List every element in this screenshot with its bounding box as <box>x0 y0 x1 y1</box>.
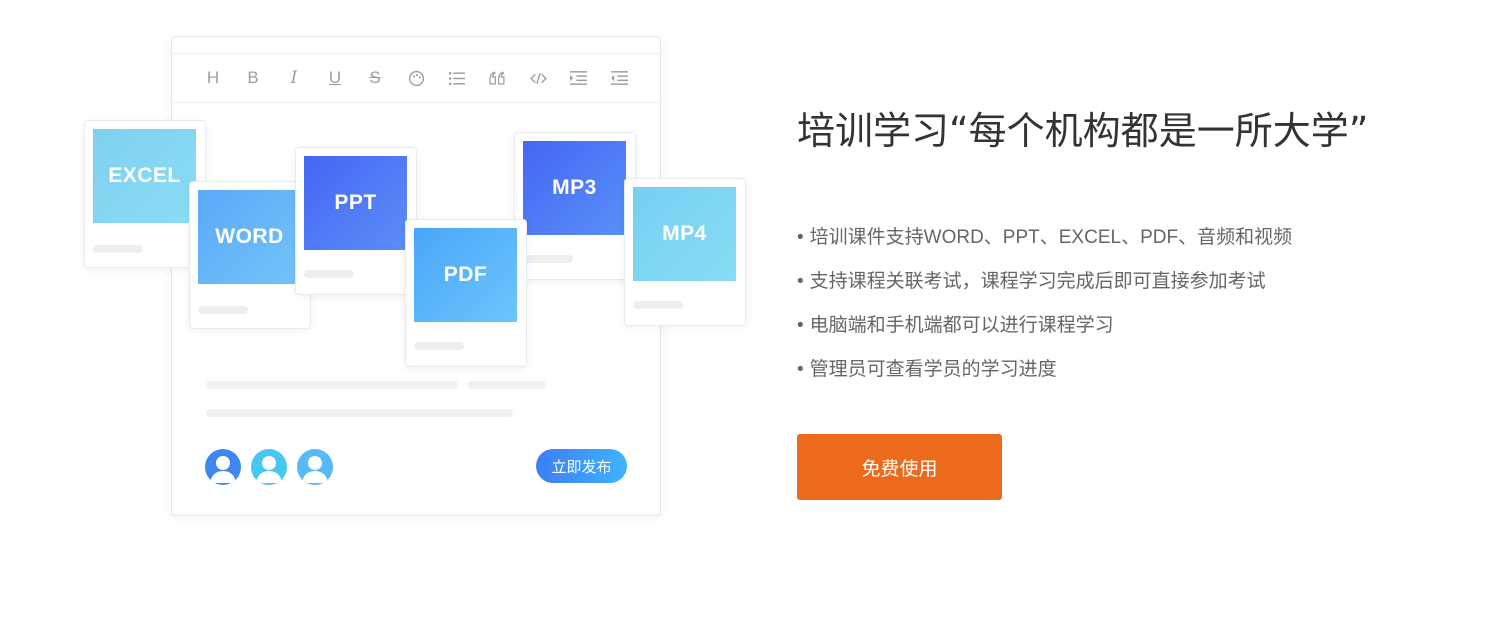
bold-glyph: B <box>247 68 259 87</box>
free-trial-button[interactable]: 免费使用 <box>797 434 1002 500</box>
file-card-ppt: PPT <box>295 147 417 295</box>
underline-glyph: U <box>328 68 342 87</box>
bullet: • <box>797 227 804 248</box>
caption-placeholder <box>633 301 683 309</box>
bullet: • <box>797 359 804 380</box>
feature-item: • 培训课件支持WORD、PPT、EXCEL、PDF、音频和视频 <box>797 224 1292 268</box>
caption-placeholder <box>523 255 573 263</box>
palette-icon[interactable] <box>401 54 431 102</box>
file-card-excel: EXCEL <box>84 120 206 268</box>
file-thumb: WORD <box>198 190 301 284</box>
feature-item: • 管理员可查看学员的学习进度 <box>797 356 1292 400</box>
file-thumb: PDF <box>414 228 517 322</box>
outdent-icon[interactable] <box>604 54 634 102</box>
feature-item: • 支持课程关联考试，课程学习完成后即可直接参加考试 <box>797 268 1292 312</box>
file-card-pdf: PDF <box>405 219 527 367</box>
underline-icon[interactable]: U <box>320 54 350 102</box>
feature-item: • 电脑端和手机端都可以进行课程学习 <box>797 312 1292 356</box>
quote-icon[interactable] <box>482 54 512 102</box>
code-icon[interactable] <box>523 54 553 102</box>
file-thumb: MP3 <box>523 141 626 235</box>
publish-button[interactable]: 立即发布 <box>536 449 627 483</box>
list-icon[interactable] <box>441 54 471 102</box>
heading-glyph: H <box>206 68 220 87</box>
text-placeholder-line <box>206 409 513 417</box>
file-thumb: EXCEL <box>93 129 196 223</box>
feature-text: 管理员可查看学员的学习进度 <box>809 359 1057 380</box>
caption-placeholder <box>93 245 143 253</box>
strike-glyph: S <box>369 68 381 87</box>
file-thumb: MP4 <box>633 187 736 281</box>
italic-icon[interactable]: I <box>279 54 309 102</box>
editor-toolbar: H B I U S <box>172 53 660 103</box>
heading-icon[interactable]: H <box>198 54 228 102</box>
feature-text: 支持课程关联考试，课程学习完成后即可直接参加考试 <box>809 271 1266 292</box>
feature-list: • 培训课件支持WORD、PPT、EXCEL、PDF、音频和视频 • 支持课程关联考… <box>797 224 1292 400</box>
avatar <box>297 449 333 485</box>
file-thumb: PPT <box>304 156 407 250</box>
caption-placeholder <box>414 342 464 350</box>
avatar <box>205 449 241 485</box>
avatar <box>251 449 287 485</box>
text-placeholder-line <box>206 381 458 389</box>
caption-placeholder <box>198 306 248 314</box>
section-headline: 培训学习“每个机构都是一所大学” <box>797 109 1369 153</box>
text-placeholder-line <box>467 381 546 389</box>
strikethrough-icon[interactable]: S <box>360 54 390 102</box>
bullet: • <box>797 271 804 292</box>
file-card-mp3: MP3 <box>514 132 636 280</box>
bullet: • <box>797 315 804 336</box>
file-card-mp4: MP4 <box>624 178 746 326</box>
feature-text: 电脑端和手机端都可以进行课程学习 <box>809 315 1114 336</box>
feature-text: 培训课件支持WORD、PPT、EXCEL、PDF、音频和视频 <box>809 227 1293 248</box>
file-card-word: WORD <box>189 181 311 329</box>
indent-icon[interactable] <box>563 54 593 102</box>
italic-glyph: I <box>290 68 298 88</box>
bold-icon[interactable]: B <box>238 54 268 102</box>
caption-placeholder <box>304 270 354 278</box>
